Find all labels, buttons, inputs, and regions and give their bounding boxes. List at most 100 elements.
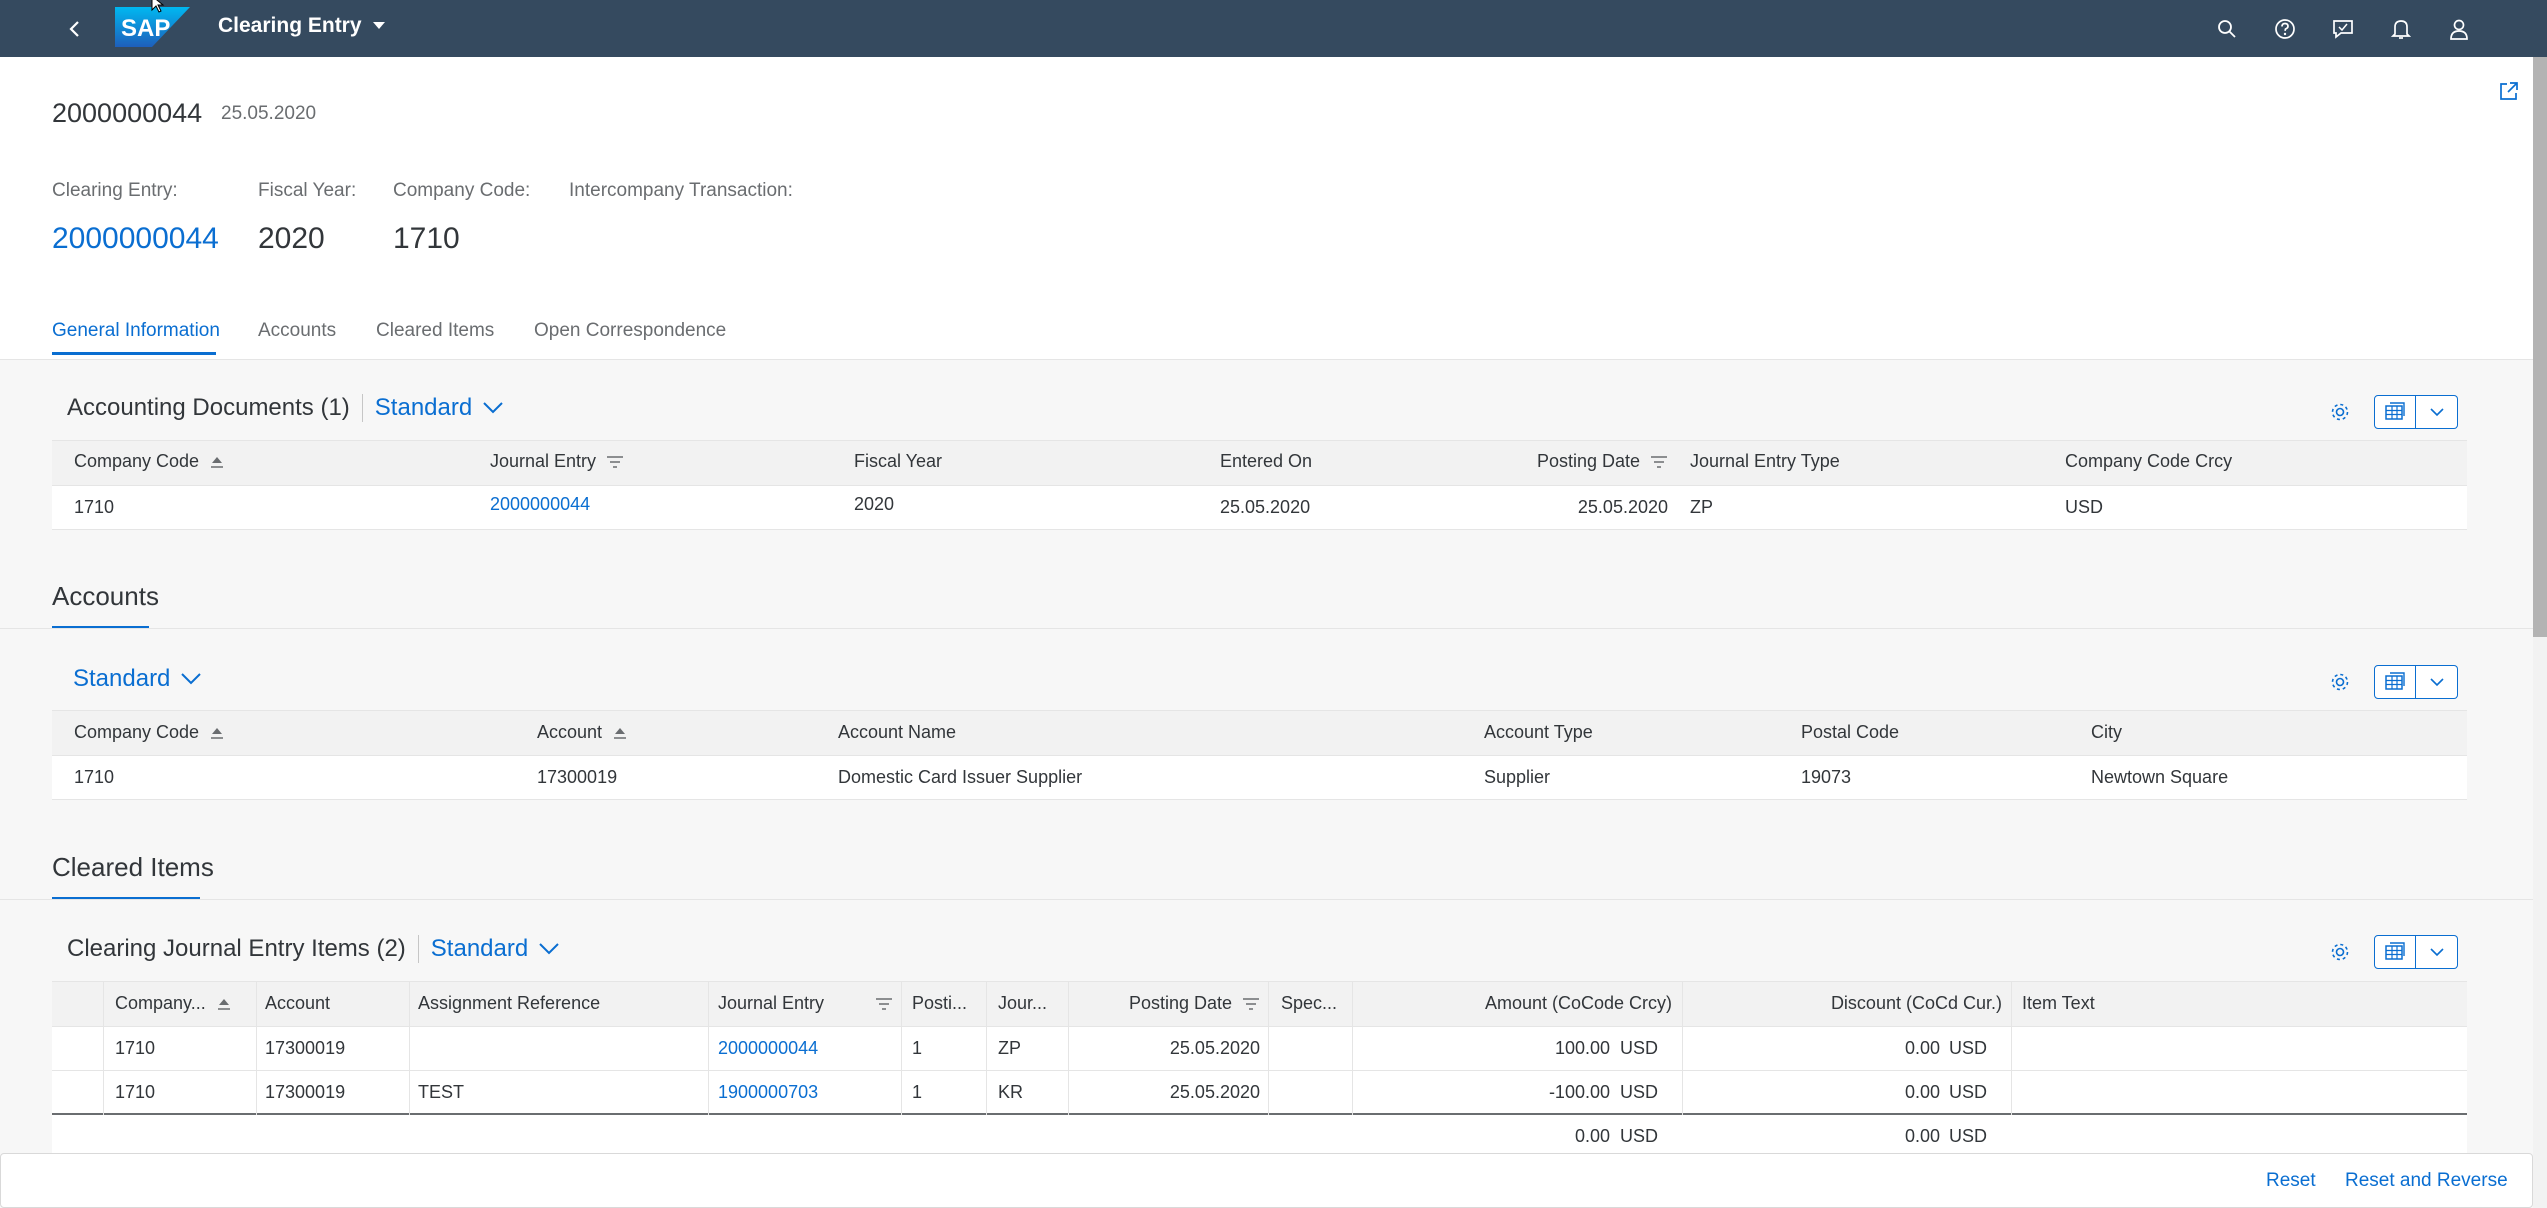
filter-icon [1243, 997, 1259, 1010]
export-spreadsheet-button[interactable] [2374, 395, 2416, 429]
column-header-amount[interactable]: Amount (CoCode Crcy) [1360, 993, 1672, 1014]
total-amount: 0.00 [1574, 1126, 1610, 1146]
footer-toolbar: Reset Reset and Reverse [0, 1153, 2533, 1208]
back-icon[interactable] [60, 14, 90, 44]
cell-discount: 0.00 [1904, 1038, 1940, 1058]
accounting-documents-title: Accounting Documents (1) Standard [67, 394, 504, 422]
tab-open-correspondence[interactable]: Open Correspondence [534, 320, 726, 342]
column-divider [708, 981, 709, 1115]
column-header-account[interactable]: Account [265, 993, 330, 1014]
column-header-company-code[interactable]: Company Code [74, 451, 225, 472]
caret-down-icon [372, 22, 385, 29]
cell-journal-entry-type: ZP [998, 1038, 1022, 1058]
settings-gear-icon[interactable] [2320, 394, 2360, 430]
column-divider [1068, 981, 1069, 1115]
clearing-entry-link[interactable]: 2000000044 [52, 222, 219, 256]
tab-cleared-items[interactable]: Cleared Items [376, 320, 494, 342]
column-header-postal-code[interactable]: Postal Code [1801, 722, 1899, 743]
field-value: 2020 [258, 222, 325, 255]
help-icon[interactable] [2270, 14, 2300, 44]
notifications-icon[interactable] [2386, 14, 2416, 44]
fiscal-year-field: Fiscal Year: 2020 [258, 180, 356, 256]
cell-postal-code: 19073 [1801, 767, 1852, 787]
variant-selector[interactable]: Standard [375, 394, 504, 422]
cell-discount-currency: USD [1949, 1082, 1988, 1102]
app-title-menu[interactable]: Clearing Entry [218, 14, 386, 38]
vertical-scrollbar[interactable] [2533, 57, 2547, 1208]
journal-entry-link[interactable]: 2000000044 [718, 1038, 818, 1059]
column-header-journal-entry-type[interactable]: Jour... [998, 993, 1047, 1014]
accounts-table-title: Standard [73, 665, 202, 693]
cell-account-type: Supplier [1484, 767, 1551, 787]
mouse-cursor-icon [151, 0, 165, 13]
field-label: Company Code: [393, 180, 531, 201]
column-header-account-name[interactable]: Account Name [838, 722, 956, 743]
column-label: Account [537, 722, 603, 742]
field-label: Intercompany Transaction: [569, 180, 793, 201]
column-label: Journal Entry [490, 451, 597, 471]
svg-text:SAP: SAP [121, 15, 170, 42]
journal-entry-link[interactable]: 2000000044 [490, 494, 590, 515]
tab-general-information[interactable]: General Information [52, 320, 220, 342]
cell-fiscal-year: 2020 [854, 494, 895, 514]
column-header-assignment-reference[interactable]: Assignment Reference [418, 993, 600, 1014]
column-header-company-code-crcy[interactable]: Company Code Crcy [2065, 451, 2232, 472]
reset-and-reverse-button[interactable]: Reset and Reverse [2345, 1170, 2508, 1192]
column-header-entered-on[interactable]: Entered On [1220, 451, 1312, 472]
table-title: Accounting Documents (1) [67, 394, 350, 421]
cell-amount-currency: USD [1620, 1082, 1659, 1102]
cell-account: 17300019 [537, 767, 618, 787]
sort-ascending-icon [211, 727, 224, 739]
column-header-account[interactable]: Account [537, 722, 628, 743]
shell-bar: SAP Clearing Entry [0, 0, 2547, 57]
total-discount-currency: USD [1949, 1126, 1988, 1146]
column-header-company-code[interactable]: Company Code [74, 722, 225, 743]
column-header-discount[interactable]: Discount (CoCd Cur.) [1690, 993, 2002, 1014]
column-header-special-gl[interactable]: Spec... [1281, 993, 1337, 1014]
table-toolbar [2320, 934, 2458, 970]
filter-icon [1651, 455, 1667, 468]
export-menu-chevron-down-icon[interactable] [2416, 665, 2458, 699]
cell-company-code: 1710 [115, 1082, 156, 1102]
variant-selector[interactable]: Standard [73, 665, 202, 693]
sort-ascending-icon [211, 456, 224, 468]
total-amount-currency: USD [1620, 1126, 1659, 1146]
column-header-posting-item[interactable]: Posti... [912, 993, 967, 1014]
cell-journal-entry-type: KR [998, 1082, 1024, 1102]
export-spreadsheet-button[interactable] [2374, 665, 2416, 699]
column-header-posting-date[interactable]: Posting Date [1400, 451, 1668, 472]
scrollbar-thumb[interactable] [2533, 57, 2547, 637]
export-menu-chevron-down-icon[interactable] [2416, 935, 2458, 969]
table-toolbar [2320, 394, 2458, 430]
column-header-journal-entry[interactable]: Journal Entry [718, 993, 893, 1014]
column-header-item-text[interactable]: Item Text [2022, 993, 2095, 1014]
section-divider [0, 899, 2533, 900]
share-icon[interactable] [2498, 80, 2520, 107]
export-menu-chevron-down-icon[interactable] [2416, 395, 2458, 429]
feedback-icon[interactable] [2328, 14, 2358, 44]
reset-button[interactable]: Reset [2266, 1170, 2316, 1192]
cell-assignment-reference: TEST [418, 1082, 465, 1102]
settings-gear-icon[interactable] [2320, 934, 2360, 970]
variant-selector[interactable]: Standard [431, 935, 560, 963]
column-header-posting-date[interactable]: Posting Date [1078, 993, 1260, 1014]
tab-accounts[interactable]: Accounts [258, 320, 336, 342]
column-header-city[interactable]: City [2091, 722, 2122, 743]
export-spreadsheet-button[interactable] [2374, 935, 2416, 969]
cell-amount-currency: USD [1620, 1038, 1659, 1058]
column-header-journal-entry[interactable]: Journal Entry [490, 451, 624, 472]
journal-entry-link[interactable]: 1900000703 [718, 1082, 818, 1103]
column-header-journal-entry-type[interactable]: Journal Entry Type [1690, 451, 1840, 472]
column-divider [2011, 981, 2012, 1115]
settings-gear-icon[interactable] [2320, 664, 2360, 700]
column-divider [409, 981, 410, 1115]
field-label: Fiscal Year: [258, 180, 357, 201]
column-header-company[interactable]: Company... [115, 993, 232, 1014]
user-icon[interactable] [2444, 14, 2474, 44]
column-label: Posting Date [1128, 993, 1232, 1013]
column-header-fiscal-year[interactable]: Fiscal Year [854, 451, 942, 472]
total-discount: 0.00 [1904, 1126, 1940, 1146]
column-header-account-type[interactable]: Account Type [1484, 722, 1593, 743]
column-divider [103, 981, 104, 1115]
search-icon[interactable] [2212, 14, 2242, 44]
